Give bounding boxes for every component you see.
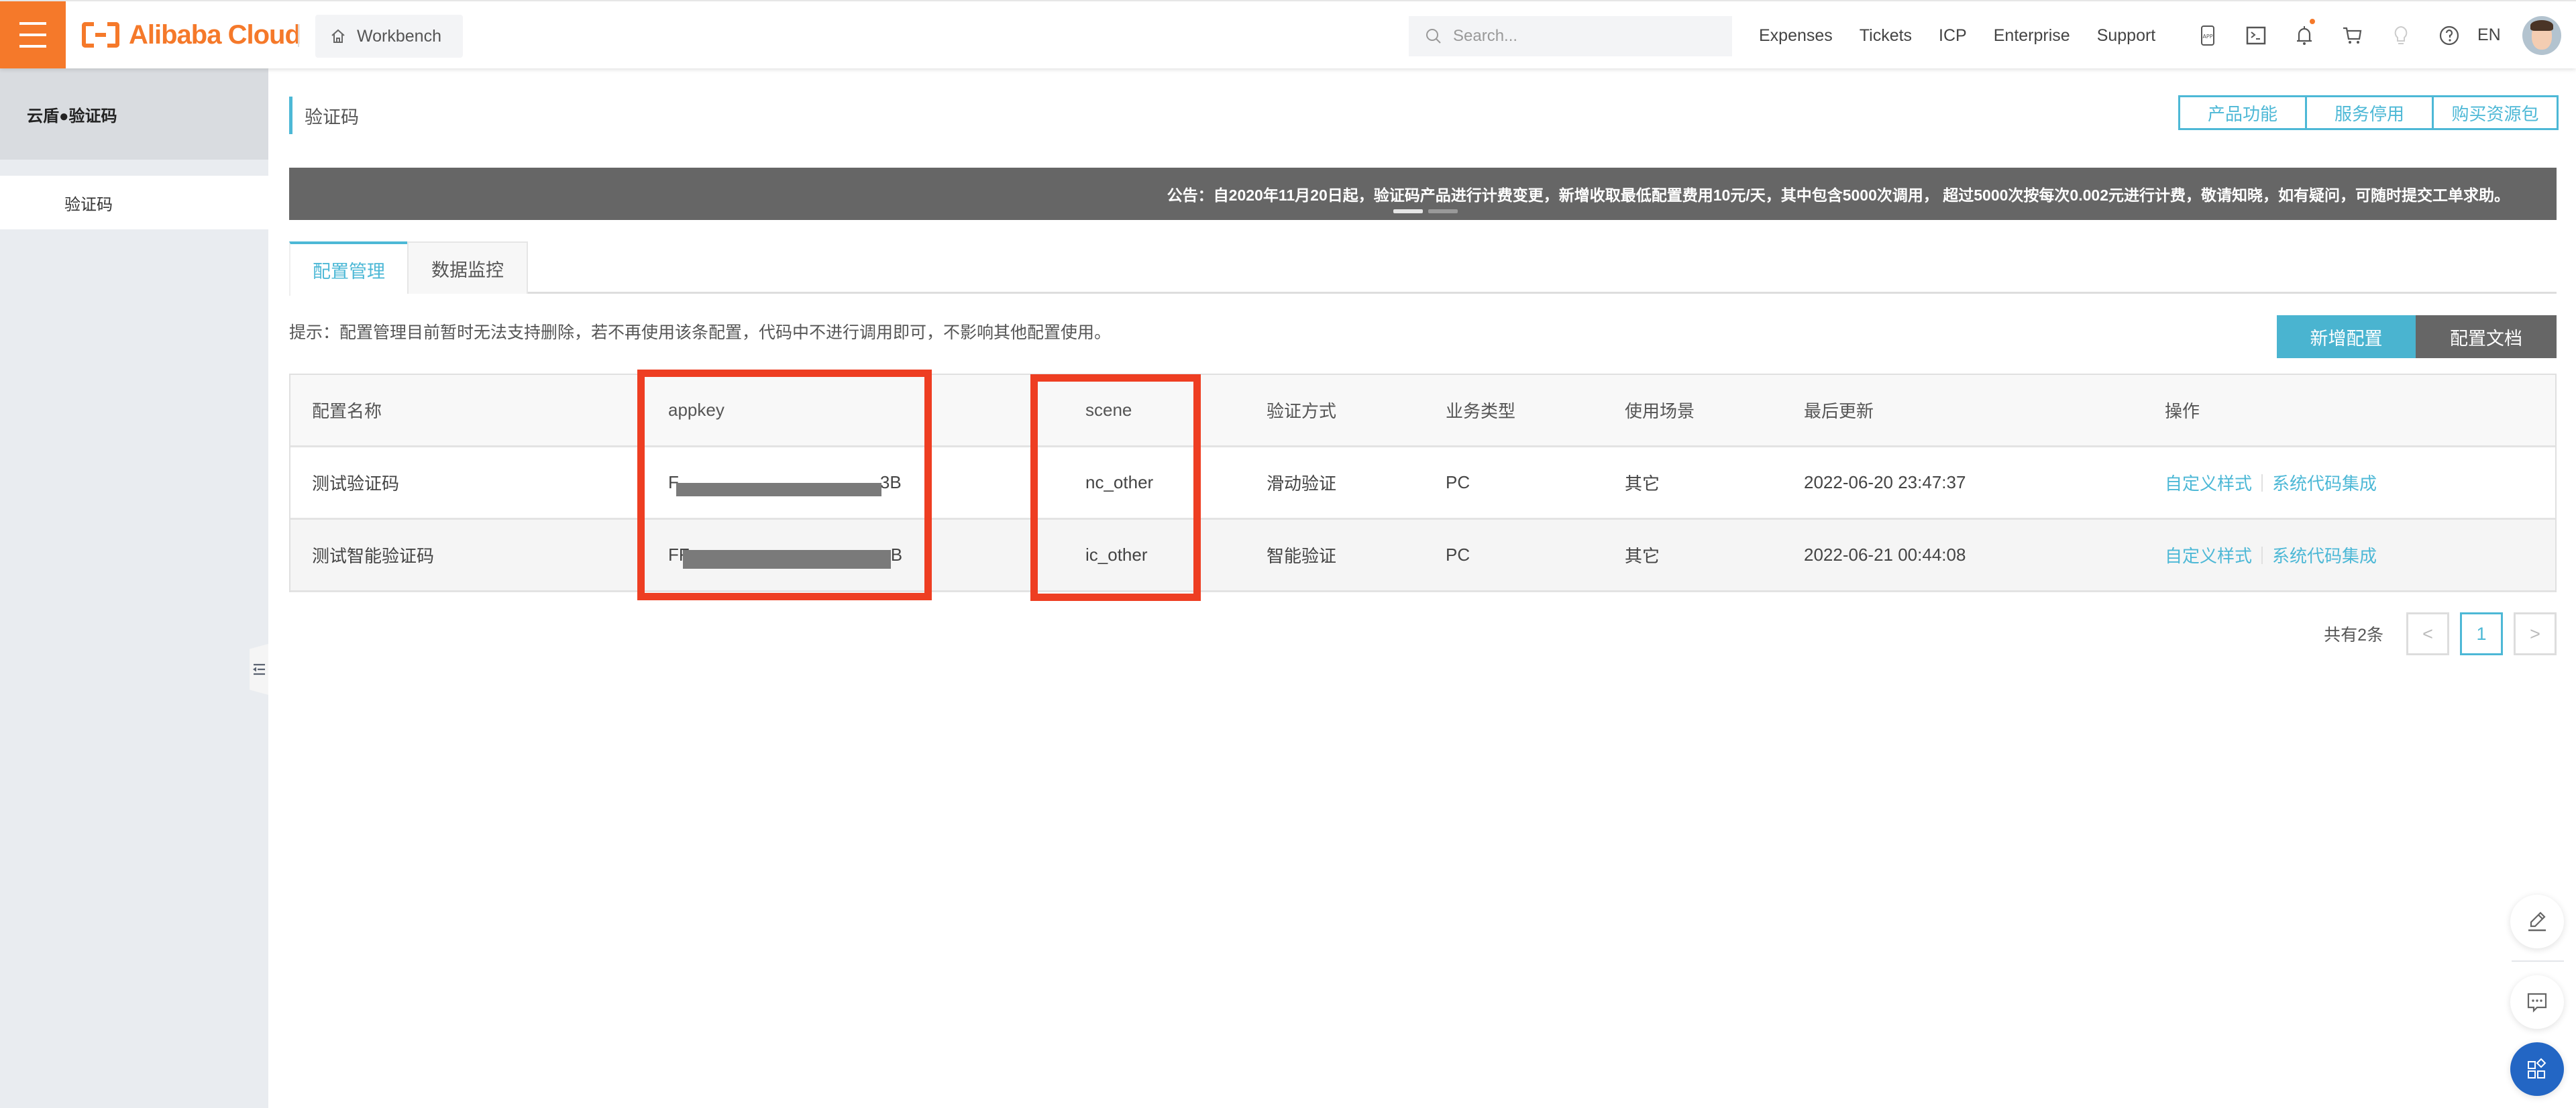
- cart-icon[interactable]: [2328, 1, 2377, 70]
- config-name: 测试验证码: [312, 474, 400, 494]
- updated-value: 2022-06-20 23:47:37: [1804, 472, 1966, 492]
- svg-text:APP: APP: [2202, 34, 2212, 40]
- hamburger-menu-button[interactable]: [0, 1, 66, 68]
- redaction-bar: [683, 550, 891, 569]
- chat-button[interactable]: [2510, 975, 2564, 1029]
- page-1-button[interactable]: 1: [2460, 612, 2503, 655]
- chat-icon: [2527, 993, 2547, 1013]
- nav-expenses[interactable]: Expenses: [1759, 26, 1833, 46]
- user-avatar[interactable]: [2522, 16, 2561, 55]
- col-header-biz-type: 业务类型: [1446, 401, 1516, 421]
- method-value: 智能验证: [1267, 546, 1337, 566]
- appkey-value: FF B: [668, 520, 902, 590]
- hint-text: 提示：配置管理目前暂时无法支持删除，若不再使用该条配置，代码中不进行调用即可，不…: [289, 323, 1112, 342]
- page-title: 验证码: [289, 97, 359, 134]
- divider: [2261, 474, 2263, 492]
- table-header: 配置名称 appkey scene 验证方式 业务类型 使用场景 最后更新 操作: [290, 375, 2555, 447]
- terminal-icon[interactable]: [2232, 1, 2280, 70]
- edit-icon: [2528, 911, 2546, 932]
- tab-bar: 配置管理 数据监控: [289, 241, 2557, 296]
- biz-type-value: PC: [1446, 472, 1470, 492]
- custom-style-link[interactable]: 自定义样式: [2165, 543, 2252, 567]
- sidebar: 云盾●验证码 验证码: [0, 68, 268, 1108]
- config-name: 测试智能验证码: [312, 546, 435, 566]
- col-header-appkey: appkey: [668, 400, 724, 420]
- add-config-button[interactable]: 新增配置: [2277, 315, 2416, 358]
- nav-support[interactable]: Support: [2097, 26, 2156, 46]
- total-count: 共有2条: [2324, 626, 2383, 645]
- notification-dot: [2310, 19, 2315, 24]
- logo-mark-icon: [82, 22, 119, 48]
- divider: [298, 24, 299, 47]
- sidebar-collapse-handle[interactable]: [250, 644, 268, 695]
- code-integration-link[interactable]: 系统代码集成: [2272, 543, 2377, 567]
- col-header-name: 配置名称: [312, 401, 382, 421]
- updated-value: 2022-06-21 00:44:08: [1804, 545, 1966, 565]
- alibaba-cloud-logo[interactable]: Alibaba Cloud: [82, 19, 301, 51]
- next-page-button[interactable]: >: [2514, 612, 2557, 655]
- language-switch[interactable]: EN: [2477, 25, 2501, 45]
- method-value: 滑动验证: [1267, 474, 1337, 494]
- search-icon: [1426, 29, 1441, 44]
- usage-value: 其它: [1625, 546, 1660, 566]
- table-row: 测试智能验证码 FF B ic_other 智能验证 PC 其它 2022-06-…: [290, 520, 2555, 592]
- pagination: 共有2条 < 1 >: [2324, 612, 2557, 655]
- usage-value: 其它: [1625, 474, 1660, 494]
- brand-name: Alibaba Cloud: [129, 19, 301, 50]
- nav-tickets[interactable]: Tickets: [1860, 26, 1912, 46]
- custom-style-link[interactable]: 自定义样式: [2165, 470, 2252, 495]
- ops-cell: 自定义样式 系统代码集成: [2165, 520, 2377, 590]
- collapse-menu-icon: [253, 663, 265, 675]
- announcement-text: 公告：自2020年11月20日起，验证码产品进行计费变更，新增收取最低配置费用1…: [1167, 186, 2510, 204]
- col-header-method: 验证方式: [1267, 401, 1337, 421]
- product-features-button[interactable]: 产品功能: [2178, 95, 2307, 130]
- apps-icon: [2528, 1058, 2546, 1078]
- top-nav: Expenses Tickets ICP Enterprise Support: [1759, 1, 2182, 70]
- prev-page-button[interactable]: <: [2406, 612, 2449, 655]
- tab-data-monitoring[interactable]: 数据监控: [407, 241, 528, 294]
- table-row: 测试验证码 F 3B nc_other 滑动验证 PC 其它 2022-06-20…: [290, 447, 2555, 520]
- col-header-usage: 使用场景: [1625, 401, 1695, 421]
- service-disable-button[interactable]: 服务停用: [2305, 95, 2434, 130]
- help-icon[interactable]: [2425, 1, 2473, 70]
- top-header: Alibaba Cloud Workbench Search... Expens…: [0, 0, 2576, 68]
- announcement-banner: 公告：自2020年11月20日起，验证码产品进行计费变更，新增收取最低配置费用1…: [289, 168, 2557, 220]
- bell-icon[interactable]: [2280, 1, 2328, 70]
- workbench-button[interactable]: Workbench: [315, 15, 463, 58]
- lightbulb-icon[interactable]: [2377, 1, 2425, 70]
- divider: [2261, 546, 2263, 564]
- sidebar-title: 云盾●验证码: [0, 68, 268, 160]
- search-input[interactable]: Search...: [1409, 16, 1732, 56]
- code-integration-link[interactable]: 系统代码集成: [2272, 470, 2377, 495]
- scene-value: nc_other: [1085, 472, 1154, 492]
- carousel-dot[interactable]: [1428, 209, 1458, 213]
- col-header-scene: scene: [1085, 400, 1132, 420]
- nav-icp[interactable]: ICP: [1939, 26, 1967, 46]
- col-header-updated: 最后更新: [1804, 401, 1874, 421]
- config-doc-button[interactable]: 配置文档: [2416, 315, 2557, 358]
- carousel-indicators: [1393, 209, 1458, 213]
- redaction-bar: [676, 483, 881, 496]
- top-icons: APP: [2184, 1, 2473, 70]
- app-icon[interactable]: APP: [2184, 1, 2232, 70]
- home-icon: [331, 29, 345, 43]
- divider: [2512, 960, 2564, 962]
- carousel-dot[interactable]: [1393, 209, 1423, 213]
- feedback-edit-button[interactable]: [2510, 895, 2564, 948]
- apps-button[interactable]: [2510, 1042, 2564, 1096]
- sidebar-item-captcha[interactable]: 验证码: [0, 176, 268, 229]
- biz-type-value: PC: [1446, 545, 1470, 565]
- ops-cell: 自定义样式 系统代码集成: [2165, 447, 2377, 518]
- buy-resource-pack-button[interactable]: 购买资源包: [2432, 95, 2559, 130]
- nav-enterprise[interactable]: Enterprise: [1994, 26, 2070, 46]
- page-actions: 产品功能 服务停用 购买资源包: [2178, 95, 2559, 130]
- config-table: 配置名称 appkey scene 验证方式 业务类型 使用场景 最后更新 操作…: [289, 374, 2557, 592]
- appkey-value: F 3B: [668, 447, 902, 518]
- workbench-label: Workbench: [357, 26, 441, 46]
- col-header-ops: 操作: [2165, 401, 2200, 421]
- scene-value: ic_other: [1085, 545, 1148, 565]
- tab-config-management[interactable]: 配置管理: [289, 241, 407, 296]
- search-placeholder: Search...: [1453, 27, 1518, 45]
